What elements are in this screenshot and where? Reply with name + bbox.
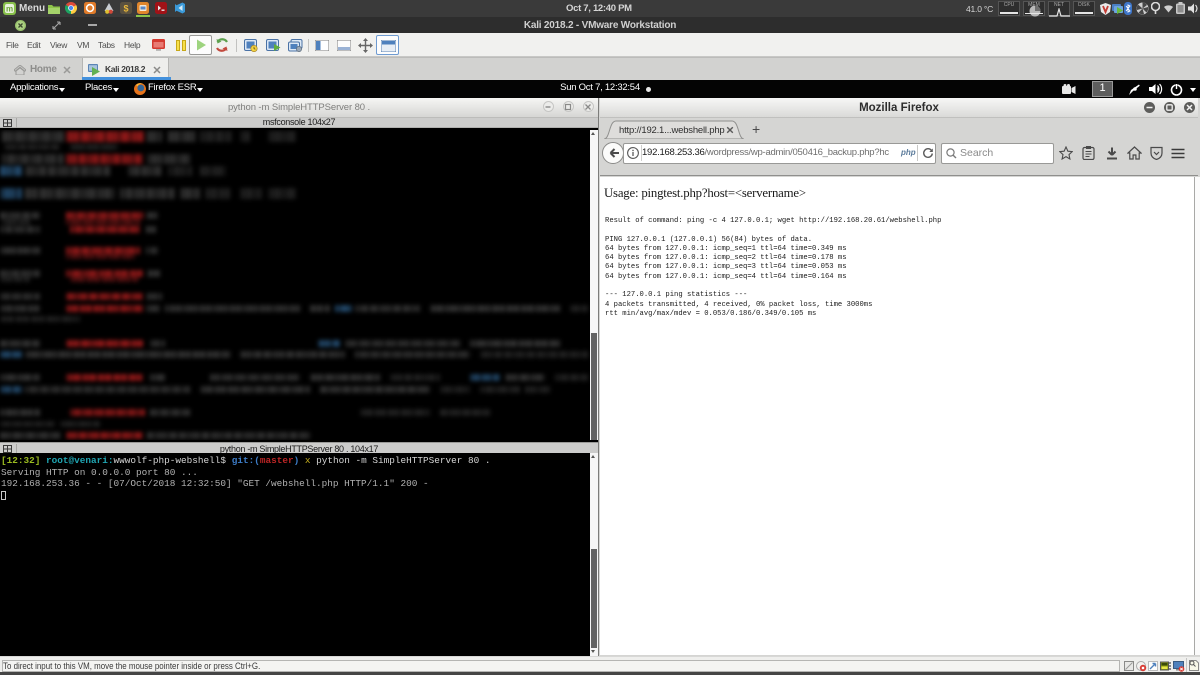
svg-text:$: $ [123,4,128,14]
svg-text:m: m [6,5,13,14]
